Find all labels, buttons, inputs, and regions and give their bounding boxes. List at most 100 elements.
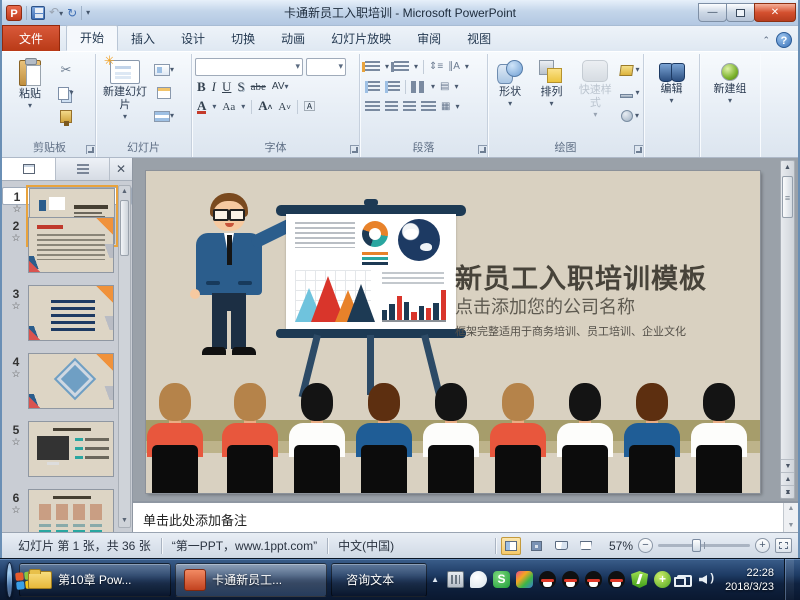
- slide-layout-button[interactable]: ▾: [154, 61, 174, 79]
- fit-to-window-button[interactable]: [775, 538, 792, 553]
- scroll-thumb[interactable]: [782, 176, 793, 218]
- qq-icon[interactable]: [608, 571, 625, 588]
- slide-sorter-view-button[interactable]: [526, 537, 546, 555]
- paste-button[interactable]: 粘贴 ▾: [7, 56, 53, 141]
- dialog-launcher-icon[interactable]: [350, 145, 359, 154]
- animation-star-icon[interactable]: ☆: [12, 369, 21, 381]
- language-indicator[interactable]: 中文(中国): [328, 537, 404, 554]
- columns-button[interactable]: [411, 81, 426, 93]
- thumbnails-scrollbar[interactable]: ▲ ▼: [118, 185, 131, 528]
- taskbar-clock[interactable]: 22:28 2018/3/23: [725, 566, 774, 594]
- ribbon-tab[interactable]: 审阅: [404, 27, 454, 51]
- reset-slide-button[interactable]: [154, 84, 174, 102]
- reading-view-button[interactable]: [551, 537, 571, 555]
- zoom-slider[interactable]: [658, 544, 750, 547]
- animation-star-icon[interactable]: ☆: [12, 505, 21, 517]
- sogou-icon[interactable]: S: [493, 571, 510, 588]
- bullets-button[interactable]: [365, 61, 380, 73]
- dialog-launcher-icon[interactable]: [478, 145, 487, 154]
- zoom-out-button[interactable]: −: [638, 538, 653, 553]
- font-color-button[interactable]: A: [197, 100, 206, 114]
- close-pane-icon[interactable]: ✕: [110, 158, 132, 180]
- slide-thumbnail[interactable]: [28, 489, 114, 532]
- slide-thumbnail-row[interactable]: 4 ☆: [2, 353, 132, 409]
- vertical-scrollbar[interactable]: ▲ ▼ ▲▲ ▼▼: [780, 160, 795, 499]
- line-spacing-button[interactable]: ⇕≡: [429, 61, 443, 73]
- qq-icon[interactable]: [539, 571, 556, 588]
- tab-slides-thumbnails[interactable]: [2, 158, 56, 180]
- scroll-down-icon[interactable]: ▼: [119, 515, 130, 527]
- character-spacing-button[interactable]: AV▾: [272, 79, 289, 95]
- slide-counter[interactable]: 幻灯片 第 1 张，共 36 张: [8, 537, 161, 554]
- show-desktop-button[interactable]: [784, 559, 794, 600]
- scroll-up-icon[interactable]: ▲: [781, 161, 794, 174]
- quick-styles-button[interactable]: 快速样式 ▾: [574, 56, 617, 141]
- align-right-button[interactable]: [403, 101, 416, 113]
- ribbon-tab[interactable]: 开始: [66, 25, 118, 51]
- task-powerpoint[interactable]: 卡通新员工...: [175, 563, 327, 597]
- next-slide-button[interactable]: ▼▼: [781, 485, 794, 498]
- save-icon[interactable]: [31, 6, 45, 20]
- text-direction-button[interactable]: ∥A: [448, 61, 460, 73]
- qq-icon[interactable]: [562, 571, 579, 588]
- justify-button[interactable]: [421, 101, 436, 113]
- notes-pane[interactable]: 单击此处添加备注 ▲ ▼: [133, 501, 798, 532]
- decrease-indent-button[interactable]: [365, 81, 380, 93]
- tab-outline[interactable]: [56, 158, 110, 180]
- grow-font-button[interactable]: A˄: [258, 98, 272, 116]
- text-shadow-button[interactable]: S: [237, 79, 244, 95]
- wechat-icon[interactable]: [470, 571, 487, 588]
- change-case-button[interactable]: Aa: [222, 99, 235, 115]
- minimize-ribbon-icon[interactable]: ⌃: [762, 35, 770, 46]
- editing-button[interactable]: 编辑 ▾: [650, 56, 694, 141]
- show-hidden-icons-icon[interactable]: ▲: [429, 575, 441, 584]
- 360-shield-icon[interactable]: [631, 571, 648, 588]
- animation-star-icon[interactable]: ☆: [12, 437, 21, 449]
- shape-fill-button[interactable]: ▾: [620, 61, 640, 79]
- ribbon-tab[interactable]: 切换: [218, 27, 268, 51]
- font-name-select[interactable]: [195, 58, 303, 76]
- ribbon-tab[interactable]: 动画: [268, 27, 318, 51]
- new-group-button[interactable]: 新建组 ▾: [708, 56, 752, 141]
- strikethrough-button[interactable]: abe: [251, 79, 266, 95]
- shape-effects-button[interactable]: ▾: [620, 107, 640, 125]
- previous-slide-button[interactable]: ▲▲: [781, 472, 794, 485]
- dialog-launcher-icon[interactable]: [634, 145, 643, 154]
- shapes-button[interactable]: 形状 ▾: [491, 56, 529, 141]
- scroll-up-icon[interactable]: ▲: [784, 503, 798, 515]
- align-left-button[interactable]: [365, 101, 380, 113]
- new-slide-button[interactable]: 新建幻灯片 ▾: [99, 56, 151, 141]
- minimize-button[interactable]: —: [698, 3, 727, 22]
- zoom-in-button[interactable]: +: [755, 538, 770, 553]
- shape-outline-button[interactable]: ▾: [620, 84, 640, 102]
- dialog-launcher-icon[interactable]: [86, 145, 95, 154]
- section-button[interactable]: ▾: [154, 107, 174, 125]
- clear-formatting-button[interactable]: 🄰: [304, 99, 315, 115]
- cut-button[interactable]: ✂: [56, 61, 76, 79]
- slideshow-button[interactable]: [576, 537, 596, 555]
- shrink-font-button[interactable]: A˅: [278, 99, 291, 116]
- scroll-down-icon[interactable]: ▼: [784, 520, 798, 532]
- scroll-thumb[interactable]: [120, 200, 129, 256]
- animation-star-icon[interactable]: ☆: [12, 301, 21, 313]
- italic-button[interactable]: I: [212, 79, 216, 95]
- rainbow-app-icon[interactable]: [516, 571, 533, 588]
- notes-scrollbar[interactable]: ▲ ▼: [783, 503, 798, 532]
- convert-smartart-button[interactable]: ▦: [441, 101, 450, 113]
- keyboard-icon[interactable]: [447, 571, 464, 588]
- slide-thumbnail[interactable]: [28, 353, 114, 409]
- font-size-select[interactable]: [306, 58, 346, 76]
- animation-star-icon[interactable]: ☆: [13, 204, 22, 216]
- task-explorer-folder[interactable]: 第10章 Pow...: [19, 563, 171, 597]
- help-icon[interactable]: ?: [776, 32, 792, 48]
- close-button[interactable]: ✕: [754, 3, 796, 22]
- scroll-down-icon[interactable]: ▼: [781, 459, 794, 472]
- align-text-button[interactable]: ▤: [440, 81, 449, 93]
- slide-thumbnail-row[interactable]: 2 ☆: [2, 217, 132, 273]
- increase-indent-button[interactable]: [385, 81, 400, 93]
- slide-thumbnail[interactable]: [28, 285, 114, 341]
- align-center-button[interactable]: [385, 101, 398, 113]
- ribbon-tab[interactable]: 设计: [168, 27, 218, 51]
- zoom-level[interactable]: 57%: [601, 539, 633, 553]
- ribbon-tab[interactable]: 视图: [454, 27, 504, 51]
